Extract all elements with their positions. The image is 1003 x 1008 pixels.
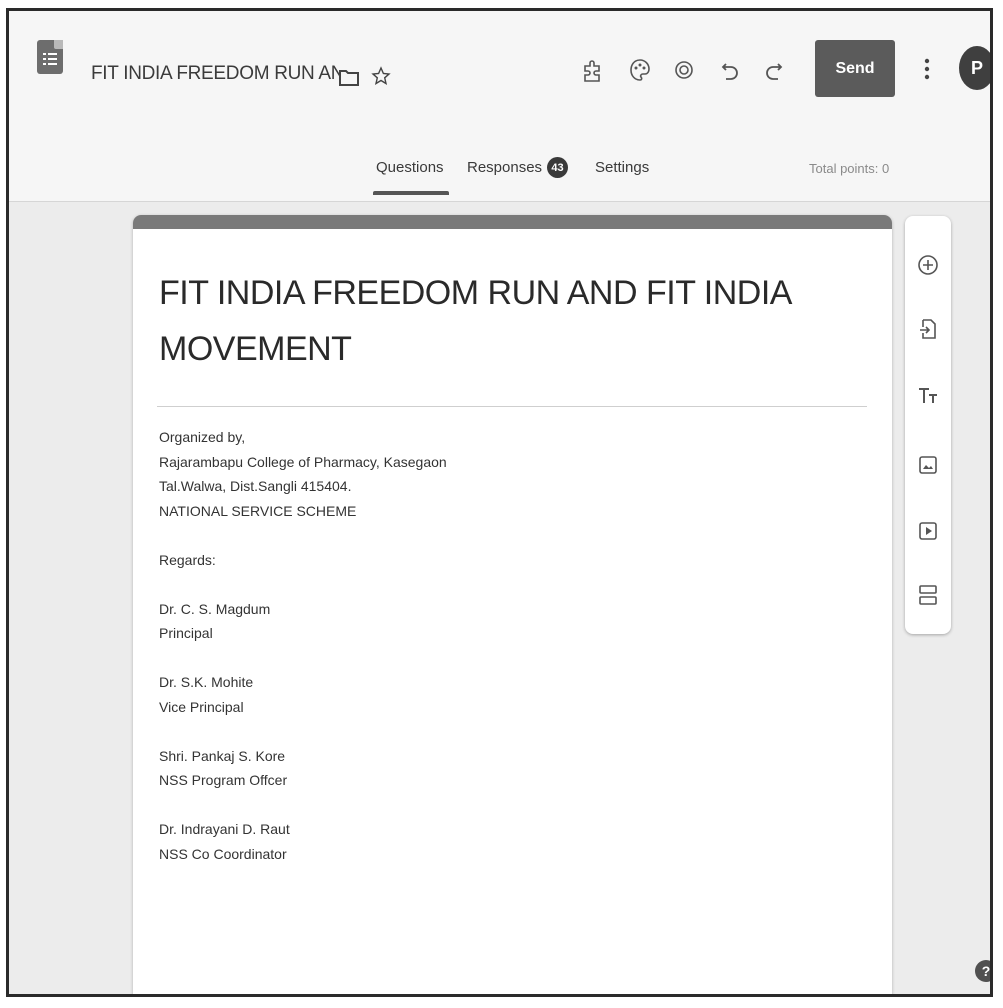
- tab-questions[interactable]: Questions: [376, 159, 444, 176]
- description-line: NSS Co Coordinator: [159, 845, 287, 862]
- description-line: Regards:: [159, 551, 216, 568]
- browser-frame: FIT INDIA FREEDOM RUN AND FIT INDIA MOVE…: [6, 8, 993, 997]
- description-line: Principal: [159, 625, 213, 641]
- undo-icon[interactable]: [717, 57, 743, 85]
- description-line: Vice Principal: [159, 698, 244, 715]
- description-line: Dr. S.K. Mohite: [159, 674, 254, 690]
- description-line: Rajarambapu College of Pharmacy, Kasegao…: [159, 453, 447, 470]
- description-blank-line: [159, 523, 859, 548]
- add-section-icon[interactable]: [915, 582, 941, 608]
- tab-settings[interactable]: Settings: [595, 159, 649, 176]
- active-tab-indicator: [373, 191, 449, 195]
- description-blank-line: [159, 793, 859, 818]
- form-title[interactable]: FIT INDIA FREEDOM RUN AND FIT INDIA MOVE…: [159, 265, 859, 377]
- description-line: NSS Program Offcer: [159, 772, 288, 788]
- add-image-icon[interactable]: [915, 452, 941, 478]
- add-title-and-description-icon[interactable]: [915, 383, 941, 409]
- floating-toolbar: [905, 216, 951, 634]
- add-video-icon[interactable]: [915, 518, 941, 544]
- document-title[interactable]: FIT INDIA FREEDOM RUN AND FIT INDIA MOVE…: [91, 63, 339, 85]
- description-blank-line: [159, 646, 859, 671]
- description-line: NATIONAL SERVICE SCHEME: [159, 502, 357, 519]
- description-line: Dr. C. S. Magdum: [159, 600, 271, 617]
- description-line: Shri. Pankaj S. Kore: [159, 747, 286, 764]
- preview-eye-icon[interactable]: [671, 57, 697, 83]
- send-button[interactable]: Send: [815, 40, 895, 97]
- star-icon[interactable]: [369, 64, 393, 88]
- total-points-label: Total points: 0: [809, 161, 890, 176]
- move-to-folder-icon[interactable]: [337, 65, 361, 89]
- tab-responses[interactable]: Responses: [467, 159, 542, 176]
- form-header-card: FIT INDIA FREEDOM RUN AND FIT INDIA MOVE…: [133, 215, 892, 994]
- account-avatar[interactable]: P: [959, 46, 990, 90]
- add-ons-puzzle-icon[interactable]: [579, 57, 605, 87]
- responses-count-badge: 43: [547, 157, 568, 178]
- google-forms-logo-icon[interactable]: [37, 40, 63, 74]
- description-line: Tal.Walwa, Dist.Sangli 415404.: [159, 478, 352, 494]
- redo-icon[interactable]: [761, 57, 787, 85]
- card-accent-bar: [133, 215, 892, 229]
- description-blank-line: [159, 572, 859, 597]
- import-questions-icon[interactable]: [915, 316, 941, 342]
- description-line: Dr. Indrayani D. Raut: [159, 821, 290, 837]
- description-line: Organized by,: [159, 429, 246, 445]
- description-blank-line: [159, 719, 859, 744]
- top-bar: FIT INDIA FREEDOM RUN AND FIT INDIA MOVE…: [9, 11, 990, 202]
- add-question-icon[interactable]: [915, 252, 941, 278]
- help-icon[interactable]: ?: [975, 960, 990, 982]
- title-divider: [157, 406, 867, 407]
- customize-theme-palette-icon[interactable]: [627, 55, 653, 85]
- more-options-icon[interactable]: [917, 53, 937, 85]
- form-description[interactable]: Organized by, Rajarambapu College of Phar…: [159, 425, 859, 866]
